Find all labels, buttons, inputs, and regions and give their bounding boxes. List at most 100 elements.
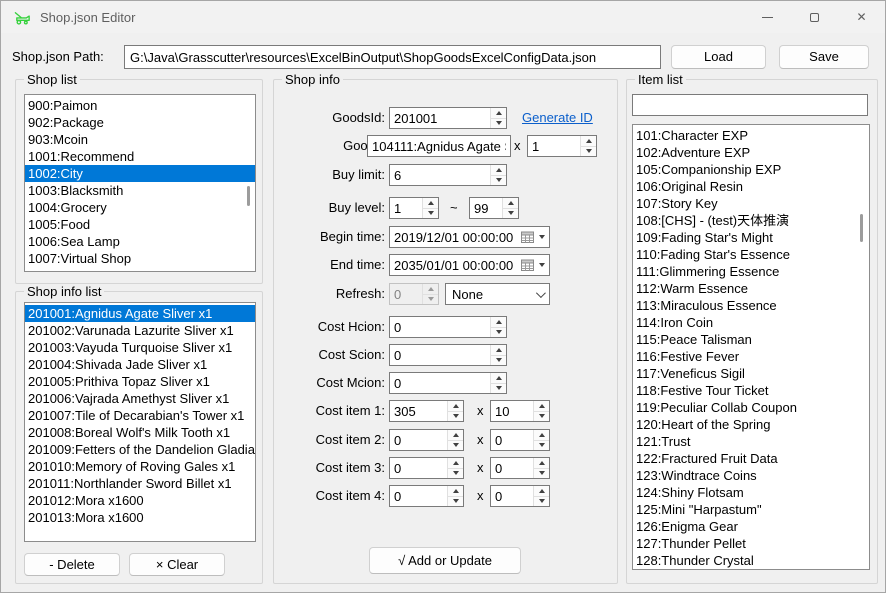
spin-up-button[interactable] bbox=[491, 165, 506, 175]
list-item[interactable]: 112:Warm Essence bbox=[633, 280, 869, 297]
spin-down-button[interactable] bbox=[448, 496, 463, 507]
cost-mcion-spinner[interactable] bbox=[389, 372, 507, 394]
cost-hcion-input[interactable] bbox=[390, 317, 490, 337]
list-item[interactable]: 124:Shiny Flotsam bbox=[633, 484, 869, 501]
spin-down-button[interactable] bbox=[491, 327, 506, 338]
buy-level-min-spinner[interactable] bbox=[389, 197, 439, 219]
cost-item-2-id-spinner[interactable] bbox=[389, 429, 464, 451]
list-item[interactable]: 1002:City bbox=[25, 165, 255, 182]
spin-down-button[interactable] bbox=[448, 440, 463, 451]
spin-down-button[interactable] bbox=[534, 496, 549, 507]
spin-down-button[interactable] bbox=[491, 175, 506, 186]
list-item[interactable]: 120:Heart of the Spring bbox=[633, 416, 869, 433]
cost-item-4-id-spinner[interactable] bbox=[389, 485, 464, 507]
save-button[interactable]: Save bbox=[779, 45, 869, 69]
buy-level-max-input[interactable] bbox=[470, 198, 502, 218]
list-item[interactable]: 201010:Memory of Roving Gales x1 bbox=[25, 458, 255, 475]
scrollbar-thumb[interactable] bbox=[860, 214, 863, 242]
delete-button[interactable]: - Delete bbox=[24, 553, 120, 576]
list-item[interactable]: 127:Thunder Pellet bbox=[633, 535, 869, 552]
list-item[interactable]: 902:Package bbox=[25, 114, 255, 131]
cost-item-3-id-spinner[interactable] bbox=[389, 457, 464, 479]
spin-up-button[interactable] bbox=[491, 345, 506, 355]
cost-item-1-qty-input[interactable] bbox=[491, 401, 533, 421]
buy-limit-spinner[interactable] bbox=[389, 164, 507, 186]
spin-up-button[interactable] bbox=[534, 458, 549, 468]
load-button[interactable]: Load bbox=[671, 45, 766, 69]
list-item[interactable]: 1006:Sea Lamp bbox=[25, 233, 255, 250]
spin-down-button[interactable] bbox=[491, 383, 506, 394]
list-item[interactable]: 128:Thunder Crystal bbox=[633, 552, 869, 569]
spin-up-button[interactable] bbox=[534, 430, 549, 440]
list-item[interactable]: 116:Festive Fever bbox=[633, 348, 869, 365]
list-item[interactable]: 115:Peace Talisman bbox=[633, 331, 869, 348]
cost-item-4-qty-input[interactable] bbox=[491, 486, 533, 506]
goods-input[interactable] bbox=[367, 135, 511, 157]
spin-down-button[interactable] bbox=[491, 355, 506, 366]
buy-level-min-input[interactable] bbox=[390, 198, 422, 218]
list-item[interactable]: 113:Miraculous Essence bbox=[633, 297, 869, 314]
list-item[interactable]: 111:Glimmering Essence bbox=[633, 263, 869, 280]
shop-listbox[interactable]: 900:Paimon902:Package903:Mcoin1001:Recom… bbox=[24, 94, 256, 272]
list-item[interactable]: 106:Original Resin bbox=[633, 178, 869, 195]
cost-scion-input[interactable] bbox=[390, 345, 490, 365]
cost-item-3-id-input[interactable] bbox=[390, 458, 447, 478]
spin-up-button[interactable] bbox=[491, 317, 506, 327]
scrollbar-thumb[interactable] bbox=[247, 186, 250, 206]
spin-up-button[interactable] bbox=[448, 430, 463, 440]
spin-up-button[interactable] bbox=[448, 401, 463, 411]
list-item[interactable]: 201001:Agnidus Agate Sliver x1 bbox=[25, 305, 255, 322]
list-item[interactable]: 101:Character EXP bbox=[633, 127, 869, 144]
spin-up-button[interactable] bbox=[503, 198, 518, 208]
cost-item-1-id-spinner[interactable] bbox=[389, 400, 464, 422]
list-item[interactable]: 126:Enigma Gear bbox=[633, 518, 869, 535]
list-item[interactable]: 1004:Grocery bbox=[25, 199, 255, 216]
spin-up-button[interactable] bbox=[534, 401, 549, 411]
cost-hcion-spinner[interactable] bbox=[389, 316, 507, 338]
item-listbox[interactable]: 101:Character EXP102:Adventure EXP105:Co… bbox=[632, 124, 870, 570]
cost-item-4-qty-spinner[interactable] bbox=[490, 485, 550, 507]
list-item[interactable]: 1005:Food bbox=[25, 216, 255, 233]
spin-down-button[interactable] bbox=[534, 468, 549, 479]
list-item[interactable]: 102:Adventure EXP bbox=[633, 144, 869, 161]
list-item[interactable]: 903:Mcoin bbox=[25, 131, 255, 148]
list-item[interactable]: 125:Mini "Harpastum" bbox=[633, 501, 869, 518]
spin-down-button[interactable] bbox=[491, 118, 506, 129]
cost-item-3-qty-spinner[interactable] bbox=[490, 457, 550, 479]
list-item[interactable]: 1003:Blacksmith bbox=[25, 182, 255, 199]
list-item[interactable]: 117:Veneficus Sigil bbox=[633, 365, 869, 382]
cost-item-2-qty-input[interactable] bbox=[491, 430, 533, 450]
close-button[interactable]: ✕ bbox=[838, 1, 885, 33]
spin-down-button[interactable] bbox=[534, 411, 549, 422]
cost-item-3-qty-input[interactable] bbox=[491, 458, 533, 478]
dropdown-arrow-icon[interactable] bbox=[539, 235, 545, 239]
dropdown-arrow-icon[interactable] bbox=[539, 263, 545, 267]
goods-qty-input[interactable] bbox=[528, 136, 580, 156]
spin-up-button[interactable] bbox=[491, 373, 506, 383]
spin-up-button[interactable] bbox=[534, 486, 549, 496]
list-item[interactable]: 201008:Boreal Wolf's Milk Tooth x1 bbox=[25, 424, 255, 441]
list-item[interactable]: 121:Trust bbox=[633, 433, 869, 450]
generate-id-link[interactable]: Generate ID bbox=[522, 107, 593, 129]
list-item[interactable]: 1001:Recommend bbox=[25, 148, 255, 165]
cost-item-4-id-input[interactable] bbox=[390, 486, 447, 506]
list-item[interactable]: 201005:Prithiva Topaz Sliver x1 bbox=[25, 373, 255, 390]
list-item[interactable]: 118:Festive Tour Ticket bbox=[633, 382, 869, 399]
spin-down-button[interactable] bbox=[581, 146, 596, 157]
begin-time-picker[interactable]: 2019/12/01 00:00:00 bbox=[389, 226, 550, 248]
cost-item-1-qty-spinner[interactable] bbox=[490, 400, 550, 422]
list-item[interactable]: 201007:Tile of Decarabian's Tower x1 bbox=[25, 407, 255, 424]
spin-up-button[interactable] bbox=[448, 486, 463, 496]
goods-qty-spinner[interactable] bbox=[527, 135, 597, 157]
spin-down-button[interactable] bbox=[448, 411, 463, 422]
list-item[interactable]: 1007:Virtual Shop bbox=[25, 250, 255, 267]
refresh-mode-dropdown[interactable]: None bbox=[445, 283, 550, 305]
list-item[interactable]: 201003:Vayuda Turquoise Sliver x1 bbox=[25, 339, 255, 356]
spin-down-button[interactable] bbox=[503, 208, 518, 219]
spin-up-button[interactable] bbox=[423, 198, 438, 208]
shop-info-listbox[interactable]: 201001:Agnidus Agate Sliver x1201002:Var… bbox=[24, 302, 256, 542]
list-item[interactable]: 900:Paimon bbox=[25, 97, 255, 114]
item-search-input[interactable] bbox=[632, 94, 868, 116]
spin-down-button[interactable] bbox=[423, 208, 438, 219]
list-item[interactable]: 109:Fading Star's Might bbox=[633, 229, 869, 246]
